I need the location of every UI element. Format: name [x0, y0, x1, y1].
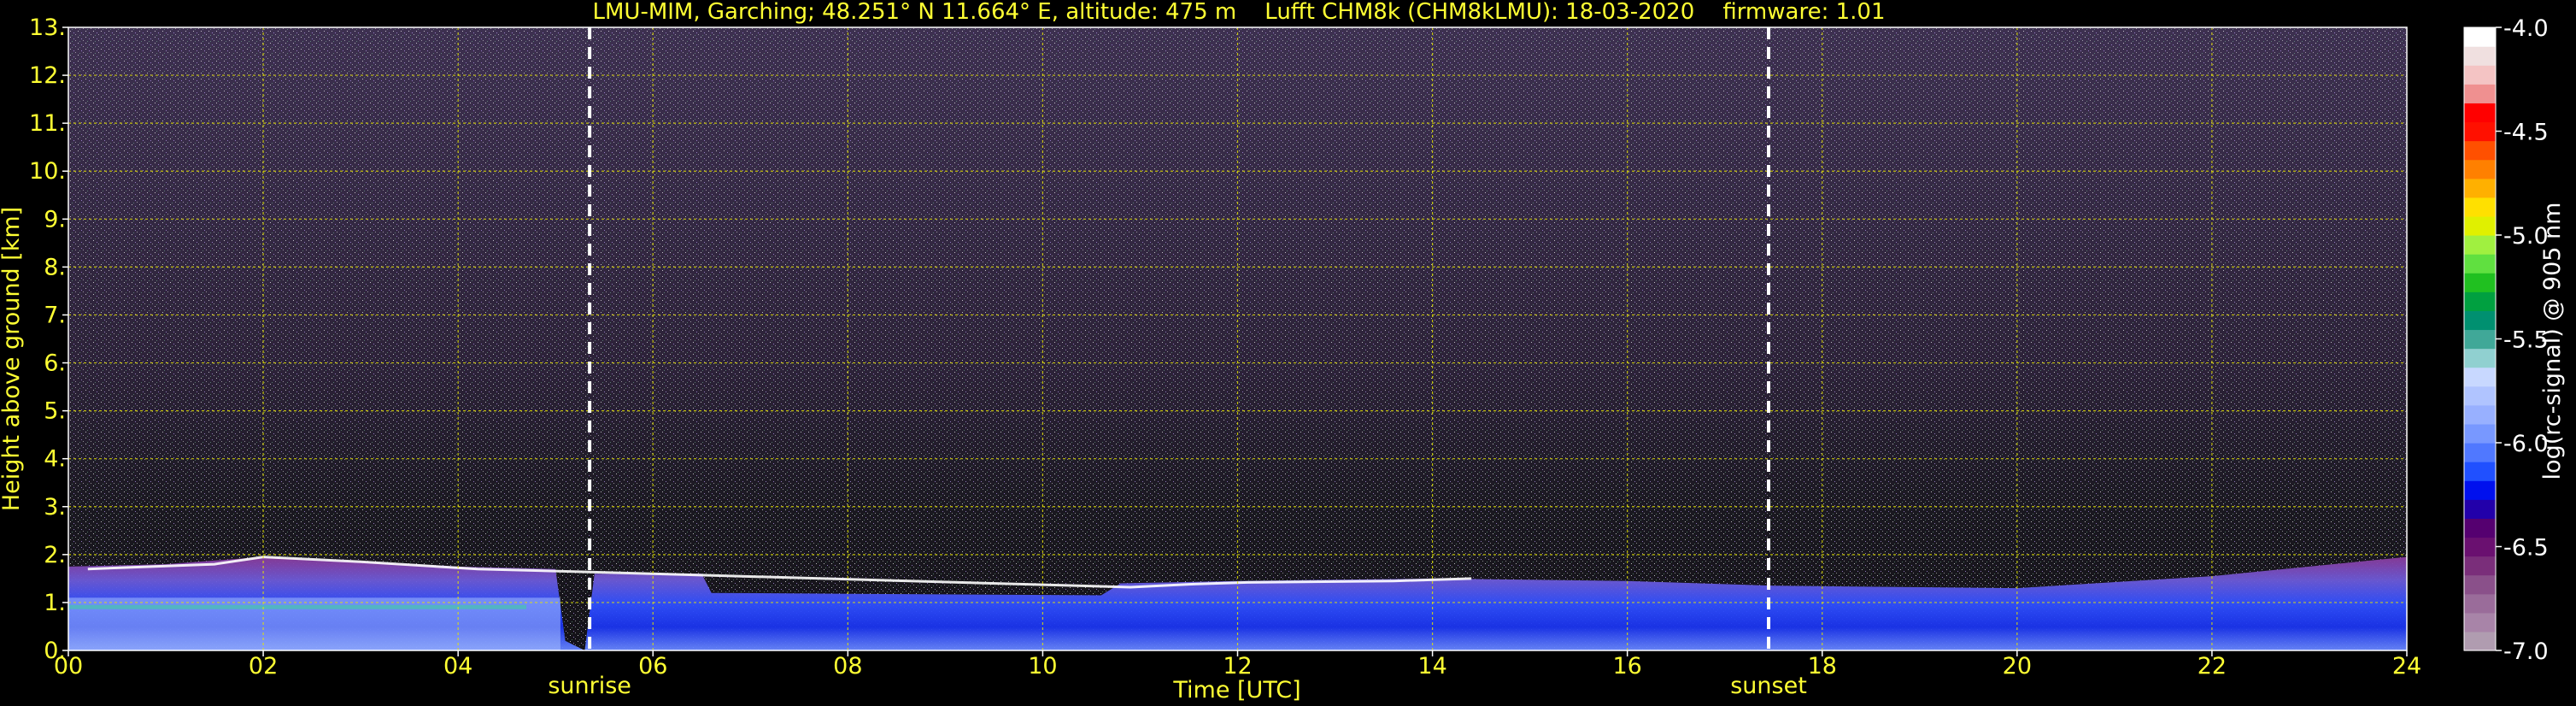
colorbar-segment — [2464, 235, 2496, 255]
colorbar-segment — [2464, 462, 2496, 481]
colorbar-segment — [2464, 348, 2496, 368]
y-tick-label: 13. — [29, 15, 66, 41]
y-tick-label: 2. — [44, 542, 66, 568]
colorbar-segment — [2464, 423, 2496, 444]
x-tick-label: 10 — [1028, 653, 1057, 680]
x-tick-label: 20 — [2003, 653, 2032, 680]
colorbar-segment — [2464, 574, 2496, 595]
plot-area: sunrise sunset — [67, 26, 2408, 699]
colorbar-segment — [2464, 480, 2496, 500]
y-tick-label: 12. — [29, 62, 66, 89]
x-tick-label: 22 — [2198, 653, 2227, 680]
colorbar-segment — [2464, 518, 2496, 538]
x-tick-label: 18 — [1808, 653, 1837, 680]
colorbar-segment — [2464, 631, 2496, 651]
colorbar-segment — [2464, 140, 2496, 161]
colorbar-tick-label: -7.0 — [2503, 638, 2549, 665]
colorbar-segment — [2464, 215, 2496, 236]
colorbar-tick-label: -4.5 — [2503, 120, 2549, 146]
colorbar-segment — [2464, 291, 2496, 311]
colorbar-segment — [2464, 159, 2496, 179]
colorbar-segment — [2464, 404, 2496, 425]
colorbar-segment — [2464, 65, 2496, 85]
colorbar-segment — [2464, 197, 2496, 217]
x-axis: 00 02 04 06 08 10 12 14 16 18 20 22 24 — [54, 650, 2421, 680]
colorbar-segment — [2464, 273, 2496, 292]
colorbar: -7.0-6.5-6.0-5.5-5.0-4.5-4.0 — [2463, 15, 2549, 665]
x-tick-label: 06 — [638, 653, 667, 680]
x-tick-label: 16 — [1612, 653, 1641, 680]
y-tick-label: 9. — [44, 206, 66, 232]
chart-title: LMU-MIM, Garching; 48.251° N 11.664° E, … — [593, 0, 1886, 25]
x-tick-label: 02 — [249, 653, 278, 680]
colorbar-segment — [2464, 46, 2496, 66]
colorbar-segment — [2464, 121, 2496, 142]
y-axis: 0. 1. 2. 3. 4. 5. 6. 7. 8. 9. 10. 11. 12. 13. — [29, 15, 68, 664]
colorbar-segment — [2464, 612, 2496, 632]
marker-label-sunset: sunset — [1730, 673, 1807, 699]
colorbar-segment — [2464, 556, 2496, 576]
colorbar-segment — [2464, 178, 2496, 198]
colorbar-segment — [2464, 254, 2496, 274]
colorbar-segment — [2464, 84, 2496, 103]
x-tick-label: 12 — [1223, 653, 1252, 680]
y-tick-label: 10. — [29, 158, 66, 185]
colorbar-segment — [2464, 103, 2496, 123]
y-tick-label: 1. — [44, 590, 66, 616]
colorbar-segment — [2464, 499, 2496, 519]
colorbar-label: log(rc-signal) @ 905 nm — [2539, 203, 2566, 480]
colorbar-tick-label: -4.0 — [2503, 15, 2549, 42]
y-tick-label: 7. — [44, 302, 66, 328]
lidar-chart: sunrise sunset 00 02 04 06 08 10 12 14 16 18 20 22 24… — [0, 0, 2566, 703]
x-tick-label: 24 — [2392, 653, 2421, 680]
y-tick-label: 4. — [44, 446, 66, 473]
colorbar-segment — [2464, 310, 2496, 331]
x-tick-label: 08 — [833, 653, 862, 680]
x-axis-label: Time [UTC] — [1172, 677, 1300, 703]
x-tick-label: 04 — [443, 653, 472, 680]
y-tick-label: 11. — [29, 110, 66, 137]
x-tick-label: 14 — [1417, 653, 1446, 680]
colorbar-segment — [2464, 443, 2496, 462]
colorbar-segment — [2464, 367, 2496, 387]
marker-label-sunrise: sunrise — [548, 673, 631, 699]
y-tick-label: 5. — [44, 398, 66, 425]
y-axis-label: Height above ground [km] — [0, 207, 25, 511]
y-tick-label: 0. — [44, 638, 66, 664]
colorbar-segment — [2464, 385, 2496, 406]
colorbar-segment — [2464, 593, 2496, 614]
colorbar-tick-label: -6.5 — [2503, 535, 2549, 562]
y-tick-label: 6. — [44, 350, 66, 377]
colorbar-segment — [2464, 537, 2496, 557]
y-tick-label: 8. — [44, 254, 66, 280]
colorbar-segment — [2464, 27, 2496, 47]
y-tick-label: 3. — [44, 494, 66, 521]
colorbar-segment — [2464, 329, 2496, 350]
